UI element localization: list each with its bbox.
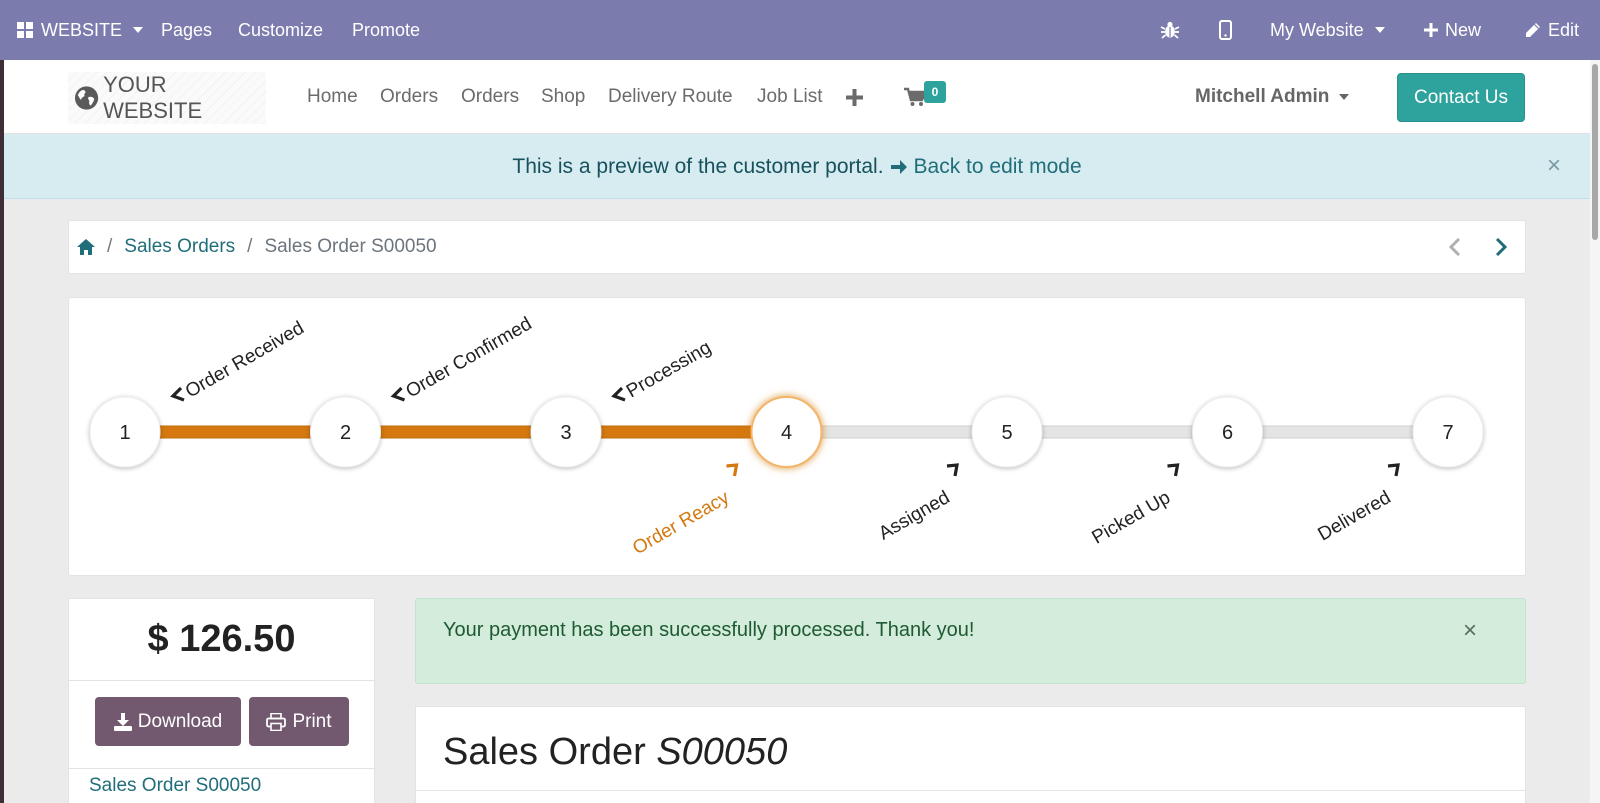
chevron-right-icon	[1495, 238, 1507, 256]
chevron-left-icon	[611, 386, 626, 402]
chevron-left-icon	[390, 386, 406, 402]
print-button[interactable]: Print	[249, 697, 349, 746]
order-number: S00050	[656, 731, 788, 773]
printer-icon	[266, 712, 287, 731]
close-banner-button[interactable]: ×	[1542, 154, 1566, 178]
nav-home[interactable]: Home	[307, 60, 358, 134]
plus-icon	[846, 88, 863, 106]
edit-button[interactable]: Edit	[1525, 0, 1579, 60]
arrow-right-icon	[890, 159, 907, 174]
step-label: Delivered	[1314, 487, 1394, 545]
chevron-right-icon	[1387, 463, 1400, 477]
previous-record-button[interactable]	[1441, 233, 1469, 261]
site-logo[interactable]: YOUR WEBSITE	[68, 72, 266, 124]
home-icon[interactable]	[77, 239, 95, 255]
step-number: 6	[1222, 422, 1233, 444]
logo-text: YOUR WEBSITE	[103, 72, 203, 123]
breadcrumb-separator: /	[247, 236, 253, 257]
step-number: 7	[1442, 422, 1453, 444]
alert-message: Your payment has been successfully proce…	[443, 619, 975, 641]
breadcrumb-current: Sales Order S00050	[264, 236, 437, 257]
pencil-icon	[1526, 23, 1540, 37]
mobile-icon	[1219, 20, 1232, 40]
pages-menu[interactable]: Pages	[161, 0, 212, 60]
breadcrumb-separator: /	[107, 236, 113, 257]
step-label: Picked Up	[1088, 487, 1174, 548]
nav-shop[interactable]: Shop	[541, 60, 585, 134]
shopping-cart-icon	[904, 87, 926, 106]
order-title: Sales Order S00050	[443, 731, 787, 774]
chevron-right-icon	[726, 463, 739, 477]
chevron-right-icon	[1167, 463, 1180, 477]
apps-grid-icon	[17, 21, 33, 38]
my-website-label: My Website	[1270, 19, 1364, 40]
step-number: 5	[1001, 422, 1012, 444]
order-summary-sidebar: $ 126.50 Download Print Sales Order S000…	[68, 598, 375, 803]
progress-steps: 1 Order Received 2 Order Confirmed 3 Processi…	[89, 313, 1484, 559]
scrollbar-thumb[interactable]	[1592, 64, 1598, 240]
close-alert-button[interactable]: ×	[1458, 619, 1482, 643]
payment-success-alert: Your payment has been successfully proce…	[415, 598, 1526, 684]
step-number: 1	[119, 422, 130, 444]
debug-button[interactable]	[1160, 0, 1180, 60]
user-name: Mitchell Admin	[1195, 86, 1330, 107]
cart-count-badge: 0	[924, 81, 946, 103]
contact-us-button[interactable]: Contact Us	[1397, 73, 1525, 122]
order-progress-tracker: 1 Order Received 2 Order Confirmed 3 Processi…	[68, 297, 1526, 576]
chevron-down-icon	[133, 27, 144, 33]
mobile-preview-button[interactable]	[1219, 0, 1232, 60]
chevron-left-icon	[1449, 238, 1461, 256]
admin-topbar: WEBSITE Pages Customize Promote My Websi…	[0, 0, 1600, 60]
nav-job-list[interactable]: Job List	[757, 60, 822, 134]
portal-preview-banner: This is a preview of the customer portal…	[4, 134, 1590, 199]
chevron-left-icon	[170, 386, 185, 402]
bug-icon	[1160, 21, 1180, 39]
chevron-right-icon	[946, 463, 959, 477]
back-to-edit-label: Back to edit mode	[913, 154, 1082, 178]
step-number: 3	[560, 422, 571, 444]
sidebar-order-link[interactable]: Sales Order S00050	[89, 775, 261, 797]
user-menu[interactable]: Mitchell Admin	[1195, 60, 1350, 134]
print-label: Print	[292, 710, 332, 732]
nav-delivery-route[interactable]: Delivery Route	[608, 60, 733, 134]
download-button[interactable]: Download	[95, 697, 241, 746]
page-scrollbar[interactable]	[1590, 60, 1600, 803]
step-label: Assigned	[875, 487, 953, 544]
website-menu-button[interactable]: WEBSITE	[17, 0, 144, 60]
nav-orders-1[interactable]: Orders	[380, 60, 438, 134]
website-header: YOUR WEBSITE Home Orders Orders Shop Del…	[4, 60, 1590, 134]
new-label: New	[1445, 19, 1482, 40]
customize-menu[interactable]: Customize	[238, 0, 323, 60]
back-to-edit-link[interactable]: Back to edit mode	[890, 155, 1082, 179]
step-label: Order Received	[182, 318, 308, 403]
nav-orders-2[interactable]: Orders	[461, 60, 519, 134]
order-total-amount: $ 126.50	[69, 599, 374, 681]
chevron-down-icon	[1339, 94, 1350, 100]
chevron-down-icon	[1374, 27, 1385, 33]
globe-icon	[74, 86, 99, 110]
cart-button[interactable]	[904, 60, 926, 134]
step-number: 2	[340, 422, 351, 444]
preview-message: This is a preview of the customer portal…	[512, 154, 884, 178]
order-title-prefix: Sales Order	[443, 731, 646, 773]
add-menu-button[interactable]	[846, 60, 863, 134]
new-button[interactable]: New	[1424, 0, 1481, 60]
plus-icon	[1424, 23, 1438, 37]
promote-menu[interactable]: Promote	[352, 0, 420, 60]
my-website-menu[interactable]: My Website	[1270, 0, 1385, 60]
edit-label: Edit	[1548, 19, 1580, 40]
breadcrumb-sales-orders[interactable]: Sales Orders	[124, 236, 235, 258]
order-card-divider	[416, 790, 1525, 791]
step-label: Processing	[623, 337, 715, 402]
website-menu-label: WEBSITE	[41, 19, 123, 40]
download-icon	[113, 712, 132, 731]
step-label: Order Reacy	[629, 487, 733, 559]
sales-order-card: Sales Order S00050	[415, 706, 1526, 803]
step-label: Order Confirmed	[403, 313, 536, 402]
breadcrumb: / Sales Orders / Sales Order S00050	[68, 220, 1526, 274]
next-record-button[interactable]	[1487, 233, 1515, 261]
download-label: Download	[137, 710, 223, 732]
step-number: 4	[781, 422, 792, 444]
